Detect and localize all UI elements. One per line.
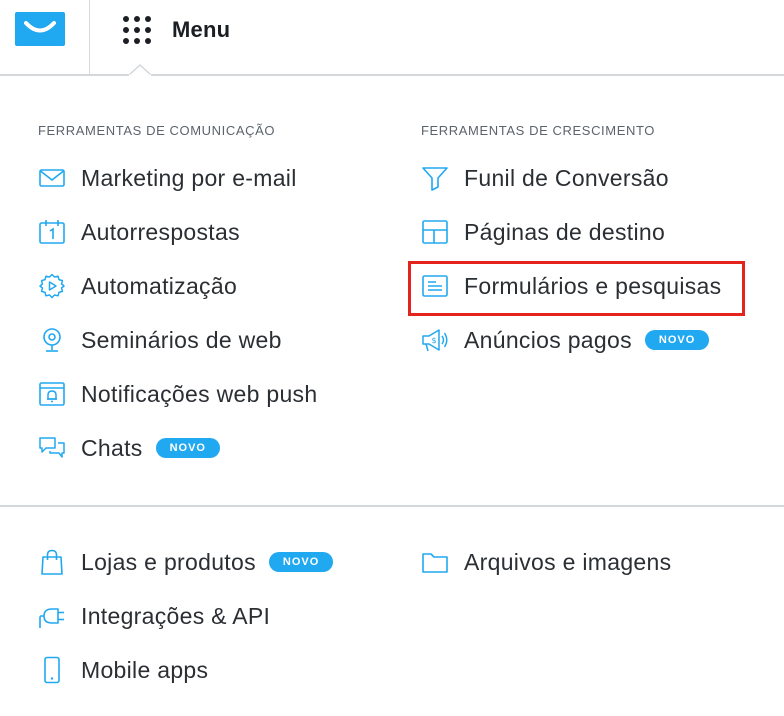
dropdown-caret-icon	[129, 64, 151, 76]
menu-item-label: Páginas de destino	[464, 218, 666, 245]
envelope-logo-icon[interactable]	[15, 12, 65, 46]
plug-icon	[38, 602, 66, 630]
browser-bell-icon	[38, 380, 66, 408]
funnel-icon	[421, 164, 449, 192]
header-bottom-border	[0, 74, 784, 76]
menu-item-label: Arquivos e imagens	[464, 548, 672, 575]
layout-icon	[421, 218, 449, 246]
folder-icon	[421, 548, 449, 576]
shopping-bag-icon	[38, 548, 66, 576]
menu-item-label: Mobile apps	[81, 656, 209, 683]
menu-item-label: Marketing por e-mail	[81, 164, 297, 191]
phone-icon	[38, 656, 66, 684]
gear-play-icon	[38, 272, 66, 300]
menu-item-label: Seminários de web	[81, 326, 282, 353]
menu-item-webinars[interactable]: Seminários de web	[38, 322, 282, 358]
menu-item-label: Funil de Conversão	[464, 164, 669, 191]
section-divider	[0, 505, 784, 507]
grid-dots-icon	[122, 13, 156, 47]
menu-item-integrations-api[interactable]: Integrações & API	[38, 598, 270, 634]
menu-item-automation[interactable]: Automatização	[38, 268, 237, 304]
menu-item-label: Notificações web push	[81, 380, 318, 407]
megaphone-icon: $	[421, 326, 449, 354]
menu-label: Menu	[172, 17, 231, 42]
menu-item-stores-products[interactable]: Lojas e produtos NOVO	[38, 544, 334, 580]
menu-item-label: Anúncios pagos	[464, 326, 632, 353]
chat-bubbles-icon	[38, 434, 66, 462]
calendar-icon	[38, 218, 66, 246]
menu-item-label: Integrações & API	[81, 602, 271, 629]
growth-section-title: FERRAMENTAS DE CRESCIMENTO	[421, 123, 655, 138]
menu-item-conversion-funnel[interactable]: Funil de Conversão	[421, 160, 669, 196]
menu-item-files-images[interactable]: Arquivos e imagens	[421, 544, 671, 580]
new-badge: NOVO	[644, 330, 710, 350]
new-badge: NOVO	[268, 552, 334, 572]
top-bar: Menu	[0, 0, 784, 76]
menu-item-chats[interactable]: Chats NOVO	[38, 430, 220, 466]
menu-item-label: Automatização	[81, 272, 238, 299]
highlight-box	[408, 261, 745, 316]
communication-section-title: FERRAMENTAS DE COMUNICAÇÃO	[38, 123, 276, 138]
new-badge: NOVO	[155, 438, 220, 458]
menu-item-mobile-apps[interactable]: Mobile apps	[38, 652, 208, 688]
webcam-icon	[38, 326, 66, 354]
menu-item-label: Chats	[81, 434, 143, 461]
menu-item-email-marketing[interactable]: Marketing por e-mail	[38, 160, 297, 196]
menu-item-web-push[interactable]: Notificações web push	[38, 376, 317, 412]
menu-button[interactable]: Menu	[122, 12, 230, 48]
menu-item-paid-ads[interactable]: $ Anúncios pagos NOVO	[421, 322, 710, 358]
svg-text:$: $	[432, 336, 437, 345]
menu-item-autoresponders[interactable]: Autorrespostas	[38, 214, 240, 250]
header-divider	[89, 0, 90, 75]
menu-item-landing-pages[interactable]: Páginas de destino	[421, 214, 665, 250]
envelope-icon	[38, 164, 66, 192]
menu-item-label: Autorrespostas	[81, 218, 240, 245]
menu-item-label: Lojas e produtos	[81, 548, 256, 575]
